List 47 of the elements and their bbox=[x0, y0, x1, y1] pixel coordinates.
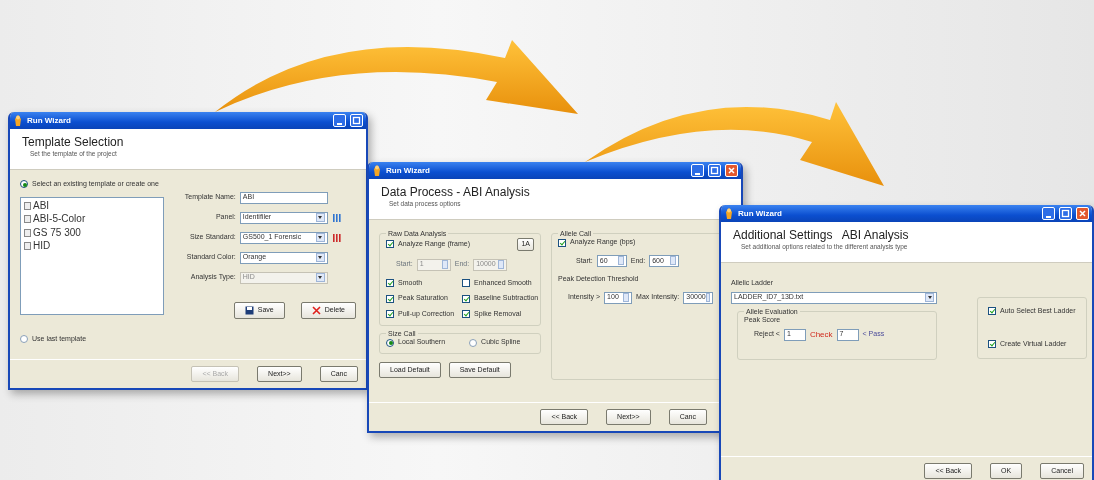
field-label: Check bbox=[809, 329, 833, 340]
page-heading: Data Process - ABI Analysis bbox=[381, 185, 530, 200]
bar-chart-icon[interactable] bbox=[331, 212, 341, 223]
wizard-icon bbox=[13, 115, 23, 126]
checkbox[interactable] bbox=[988, 307, 996, 316]
radio-button[interactable] bbox=[20, 334, 28, 343]
minimize-button[interactable] bbox=[691, 164, 704, 177]
maximize-button[interactable] bbox=[1059, 207, 1072, 220]
page-heading: Template Selection bbox=[22, 135, 124, 150]
list-item[interactable]: ABI-5-Color bbox=[24, 213, 160, 226]
page-heading: Additional Settings ABI Analysis bbox=[733, 228, 909, 243]
close-icon bbox=[726, 165, 737, 176]
close-button[interactable] bbox=[1076, 207, 1089, 220]
wizard-icon bbox=[372, 165, 382, 176]
checkbox[interactable] bbox=[988, 340, 996, 349]
minimize-icon bbox=[695, 172, 700, 175]
checkbox[interactable] bbox=[462, 310, 471, 319]
checkbox[interactable] bbox=[386, 294, 394, 303]
checkbox[interactable] bbox=[462, 294, 471, 303]
list-item[interactable]: ABI bbox=[24, 199, 160, 212]
minimize-button[interactable] bbox=[333, 114, 346, 127]
window-title: Run Wizard bbox=[27, 115, 72, 126]
window-title: Run Wizard bbox=[738, 208, 783, 219]
bar-chart-icon[interactable] bbox=[331, 232, 341, 243]
list-item[interactable]: GS 75 300 bbox=[24, 226, 160, 239]
maximize-icon bbox=[351, 115, 362, 126]
checkbox[interactable] bbox=[386, 310, 394, 319]
checkbox[interactable] bbox=[386, 278, 394, 287]
checkbox[interactable] bbox=[462, 278, 471, 287]
radio-button[interactable] bbox=[469, 338, 478, 347]
wizard-icon bbox=[724, 208, 734, 219]
close-button[interactable] bbox=[725, 164, 738, 177]
radio-button[interactable] bbox=[20, 180, 28, 189]
minimize-icon bbox=[1046, 215, 1051, 218]
maximize-icon bbox=[709, 165, 720, 176]
list-item[interactable]: HID bbox=[24, 240, 160, 253]
maximize-button[interactable] bbox=[350, 114, 363, 127]
x-icon bbox=[311, 305, 321, 315]
close-icon bbox=[1077, 208, 1088, 219]
maximize-icon bbox=[1060, 208, 1071, 219]
checkbox[interactable] bbox=[558, 238, 566, 247]
maximize-button[interactable] bbox=[708, 164, 721, 177]
minimize-button[interactable] bbox=[1042, 207, 1055, 220]
minimize-icon bbox=[337, 122, 342, 125]
window-title: Run Wizard bbox=[386, 165, 431, 176]
checkbox[interactable] bbox=[386, 240, 394, 249]
radio-button[interactable] bbox=[386, 338, 394, 347]
